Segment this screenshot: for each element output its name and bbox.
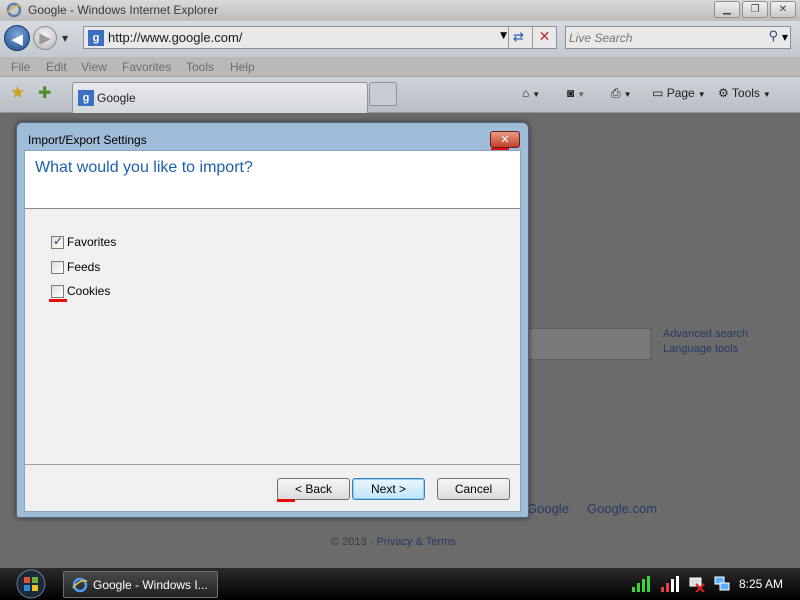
import-export-dialog: Import/Export Settings ✕ What would you …: [16, 122, 529, 518]
dialog-close-button[interactable]: ✕: [490, 131, 520, 148]
ie-logo-icon: [6, 2, 22, 18]
favorites-checkbox[interactable]: ✓: [51, 234, 64, 249]
refresh-icon[interactable]: ⇄: [508, 27, 528, 48]
feeds-label[interactable]: Feeds: [67, 260, 100, 274]
home-icon[interactable]: ⌂ ▼: [522, 84, 540, 104]
dialog-divider: [25, 464, 520, 465]
page-menu-label: Page: [666, 86, 695, 100]
tools-menu-label: Tools: [731, 86, 760, 100]
copyright-line: © 2013 - Privacy & Terms: [331, 536, 456, 548]
google-com-link[interactable]: Google.com: [587, 501, 657, 516]
add-favorite-icon[interactable]: ✚: [38, 83, 51, 102]
favorites-star-icon[interactable]: ★: [10, 83, 25, 103]
clock[interactable]: 8:25 AM: [739, 577, 783, 591]
tab-google[interactable]: g Google: [72, 82, 368, 113]
address-bar[interactable]: g http://www.google.com/ ▼ ⇄ ✕: [83, 26, 557, 49]
stop-icon[interactable]: ✕: [532, 27, 556, 48]
address-dropdown-icon[interactable]: ▼: [500, 31, 507, 41]
menu-tools[interactable]: Tools: [186, 60, 214, 74]
dialog-titlebar: Import/Export Settings ✕: [17, 123, 528, 151]
close-icon: ✕: [500, 133, 510, 146]
search-options-dropdown-icon[interactable]: ▼: [782, 33, 788, 42]
search-input[interactable]: [569, 29, 759, 46]
address-row: ◀ ▶ ▼ g http://www.google.com/ ▼ ⇄ ✕ ⚲ ▼: [0, 21, 800, 57]
cookies-annotation-mark: [49, 299, 67, 302]
ie-logo-icon: [72, 577, 88, 593]
menu-edit[interactable]: Edit: [46, 60, 67, 74]
tab-label: Google: [97, 91, 136, 105]
windows-start-icon[interactable]: [10, 569, 52, 599]
taskbar-item-ie[interactable]: Google - Windows I...: [63, 571, 218, 598]
language-tools-link[interactable]: Language tools: [663, 343, 738, 355]
address-url[interactable]: http://www.google.com/: [108, 30, 242, 45]
cookies-checkbox[interactable]: [51, 285, 64, 298]
forward-arrow-icon[interactable]: ▶: [33, 26, 57, 50]
window-title: Google - Windows Internet Explorer: [28, 3, 219, 17]
signal-bars-icon[interactable]: [661, 576, 679, 592]
menu-help[interactable]: Help: [230, 60, 255, 74]
back-arrow-icon[interactable]: ◀: [4, 25, 30, 51]
advanced-search-link[interactable]: Advanced search: [663, 328, 748, 340]
minimize-button[interactable]: ▁: [714, 1, 740, 18]
window-titlebar: Google - Windows Internet Explorer ▁ ❐ ✕: [0, 0, 800, 21]
dialog-question: What would you like to import?: [35, 159, 253, 176]
menu-favorites[interactable]: Favorites: [122, 60, 171, 74]
back-button[interactable]: < Back: [277, 478, 350, 500]
page-icon: ▭: [652, 86, 664, 100]
menu-view[interactable]: View: [81, 60, 107, 74]
favorites-label[interactable]: Favorites: [67, 235, 116, 249]
dialog-header: What would you like to import?: [25, 151, 520, 209]
google-favicon-icon: g: [78, 90, 94, 106]
cancel-button[interactable]: Cancel: [437, 478, 510, 500]
tools-menu-button[interactable]: ⚙ Tools ▼: [718, 84, 771, 104]
network-disconnected-icon[interactable]: [689, 576, 705, 592]
network-connection-icon[interactable]: [714, 576, 731, 592]
menu-file[interactable]: File: [11, 60, 30, 74]
page-menu-button[interactable]: ▭ Page ▼: [652, 84, 706, 104]
taskbar-item-label: Google - Windows I...: [93, 578, 208, 592]
google-search-input[interactable]: [525, 328, 651, 360]
google-favicon-icon: g: [88, 30, 104, 46]
gear-icon: ⚙: [718, 86, 729, 100]
new-tab-button[interactable]: [369, 82, 397, 106]
privacy-terms-link[interactable]: Privacy & Terms: [376, 536, 455, 548]
close-window-button[interactable]: ✕: [770, 1, 796, 18]
menu-bar: File Edit View Favorites Tools Help: [0, 57, 800, 77]
search-box: ⚲ ▼: [565, 26, 791, 49]
taskbar: Google - Windows I... 8:25 AM: [0, 568, 800, 600]
print-icon[interactable]: ⎙ ▼: [611, 84, 632, 104]
feeds-checkbox[interactable]: [51, 261, 64, 274]
maximize-button[interactable]: ❐: [742, 1, 768, 18]
window-controls: ▁ ❐ ✕: [714, 1, 796, 18]
cookies-label[interactable]: Cookies: [67, 284, 110, 298]
search-icon[interactable]: ⚲: [768, 29, 778, 44]
footer-google-link[interactable]: Google: [527, 501, 569, 516]
dialog-client-area: What would you like to import? ✓ Favorit…: [24, 150, 521, 512]
copyright-text: © 2013 -: [331, 536, 377, 548]
recent-pages-dropdown-icon[interactable]: ▼: [62, 34, 68, 43]
tab-row: ★ ✚ g Google ⌂ ▼ ◙ ▼ ⎙ ▼ ▭ Page ▼ ⚙ Tools ▼: [0, 77, 800, 113]
back-annotation-mark: [277, 499, 295, 502]
dialog-title: Import/Export Settings: [28, 133, 147, 147]
next-button[interactable]: Next >: [352, 478, 425, 500]
signal-strength-icon[interactable]: [632, 576, 650, 592]
feeds-icon[interactable]: ◙ ▼: [567, 84, 585, 104]
check-icon: ✓: [53, 234, 64, 248]
